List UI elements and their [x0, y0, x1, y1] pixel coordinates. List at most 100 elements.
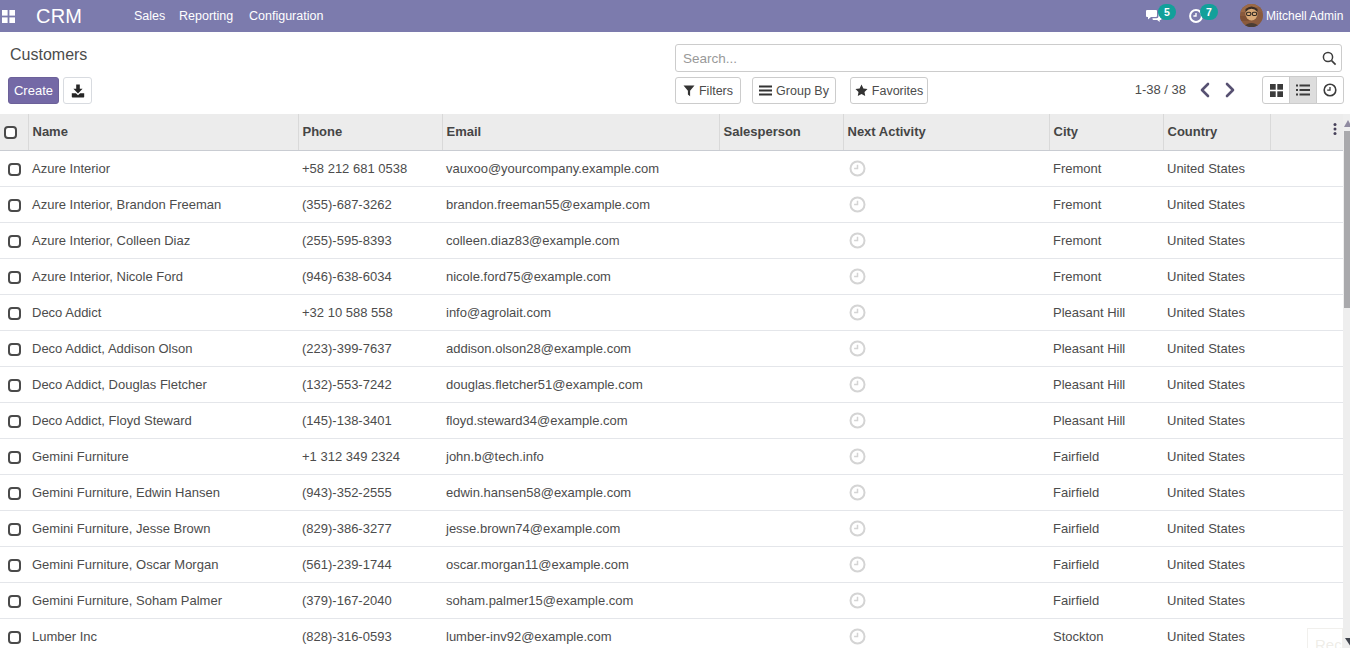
row-checkbox[interactable]: [8, 415, 21, 428]
cell-phone[interactable]: (145)-138-3401: [298, 402, 442, 438]
apps-menu-button[interactable]: [0, 0, 28, 32]
activity-view-button[interactable]: [1316, 76, 1344, 104]
cell-email[interactable]: john.b@tech.info: [442, 438, 719, 474]
cell-name[interactable]: Gemini Furniture: [28, 438, 298, 474]
cell-country[interactable]: United States: [1163, 222, 1270, 258]
cell-salesperson[interactable]: [719, 330, 843, 366]
table-row[interactable]: Lumber Inc (828)-316-0593 lumber-inv92@e…: [0, 618, 1344, 648]
cell-salesperson[interactable]: [719, 510, 843, 546]
row-checkbox[interactable]: [8, 271, 21, 284]
cell-salesperson[interactable]: [719, 618, 843, 648]
search-icon[interactable]: [1322, 51, 1337, 70]
cell-salesperson[interactable]: [719, 474, 843, 510]
cell-phone[interactable]: +58 212 681 0538: [298, 150, 442, 186]
cell-city[interactable]: Fremont: [1049, 258, 1163, 294]
cell-salesperson[interactable]: [719, 222, 843, 258]
row-checkbox[interactable]: [8, 595, 21, 608]
column-header-city[interactable]: City: [1049, 114, 1163, 150]
cell-salesperson[interactable]: [719, 294, 843, 330]
cell-city[interactable]: Fairfield: [1049, 582, 1163, 618]
cell-country[interactable]: United States: [1163, 438, 1270, 474]
table-row[interactable]: Azure Interior +58 212 681 0538 vauxoo@y…: [0, 150, 1344, 186]
column-header-phone[interactable]: Phone: [298, 114, 442, 150]
cell-country[interactable]: United States: [1163, 546, 1270, 582]
table-row[interactable]: Gemini Furniture, Edwin Hansen (943)-352…: [0, 474, 1344, 510]
row-checkbox[interactable]: [8, 199, 21, 212]
cell-next-activity[interactable]: [843, 186, 1049, 222]
cell-city[interactable]: Fairfield: [1049, 438, 1163, 474]
kanban-view-button[interactable]: [1262, 76, 1290, 104]
cell-name[interactable]: Gemini Furniture, Soham Palmer: [28, 582, 298, 618]
filters-button[interactable]: Filters: [675, 77, 741, 104]
column-header-salesperson[interactable]: Salesperson: [719, 114, 843, 150]
cell-next-activity[interactable]: [843, 582, 1049, 618]
column-header-next-activity[interactable]: Next Activity: [843, 114, 1049, 150]
row-checkbox[interactable]: [8, 307, 21, 320]
group-by-button[interactable]: Group By: [752, 77, 836, 104]
row-checkbox[interactable]: [8, 487, 21, 500]
select-all-checkbox[interactable]: [4, 126, 17, 139]
table-row[interactable]: Gemini Furniture, Jesse Brown (829)-386-…: [0, 510, 1344, 546]
cell-city[interactable]: Pleasant Hill: [1049, 294, 1163, 330]
cell-city[interactable]: Fremont: [1049, 222, 1163, 258]
cell-phone[interactable]: (829)-386-3277: [298, 510, 442, 546]
cell-phone[interactable]: (943)-352-2555: [298, 474, 442, 510]
nav-menu-configuration[interactable]: Configuration: [249, 0, 323, 32]
table-row[interactable]: Deco Addict, Addison Olson (223)-399-763…: [0, 330, 1344, 366]
cell-email[interactable]: jesse.brown74@example.com: [442, 510, 719, 546]
user-avatar[interactable]: [1240, 4, 1263, 27]
cell-city[interactable]: Pleasant Hill: [1049, 330, 1163, 366]
cell-phone[interactable]: (946)-638-6034: [298, 258, 442, 294]
cell-city[interactable]: Pleasant Hill: [1049, 402, 1163, 438]
cell-country[interactable]: United States: [1163, 294, 1270, 330]
cell-phone[interactable]: (255)-595-8393: [298, 222, 442, 258]
cell-phone[interactable]: +1 312 349 2324: [298, 438, 442, 474]
nav-menu-sales[interactable]: Sales: [134, 0, 165, 32]
cell-email[interactable]: info@agrolait.com: [442, 294, 719, 330]
cell-next-activity[interactable]: [843, 546, 1049, 582]
cell-next-activity[interactable]: [843, 510, 1049, 546]
cell-email[interactable]: colleen.diaz83@example.com: [442, 222, 719, 258]
table-row[interactable]: Deco Addict, Douglas Fletcher (132)-553-…: [0, 366, 1344, 402]
list-view-button[interactable]: [1289, 76, 1317, 104]
activities-count-badge[interactable]: 7: [1200, 4, 1218, 20]
cell-country[interactable]: United States: [1163, 618, 1270, 648]
cell-next-activity[interactable]: [843, 618, 1049, 648]
cell-salesperson[interactable]: [719, 402, 843, 438]
cell-country[interactable]: United States: [1163, 510, 1270, 546]
table-row[interactable]: Deco Addict, Floyd Steward (145)-138-340…: [0, 402, 1344, 438]
cell-phone[interactable]: (355)-687-3262: [298, 186, 442, 222]
export-button[interactable]: [63, 77, 92, 104]
cell-name[interactable]: Deco Addict: [28, 294, 298, 330]
cell-email[interactable]: soham.palmer15@example.com: [442, 582, 719, 618]
cell-phone[interactable]: (828)-316-0593: [298, 618, 442, 648]
scrollbar-up-arrow[interactable]: [1344, 120, 1350, 127]
cell-email[interactable]: edwin.hansen58@example.com: [442, 474, 719, 510]
cell-country[interactable]: United States: [1163, 366, 1270, 402]
cell-next-activity[interactable]: [843, 294, 1049, 330]
cell-country[interactable]: United States: [1163, 582, 1270, 618]
cell-city[interactable]: Fairfield: [1049, 510, 1163, 546]
nav-menu-reporting[interactable]: Reporting: [179, 0, 233, 32]
cell-name[interactable]: Azure Interior, Colleen Diaz: [28, 222, 298, 258]
cell-name[interactable]: Azure Interior, Nicole Ford: [28, 258, 298, 294]
cell-country[interactable]: United States: [1163, 474, 1270, 510]
cell-country[interactable]: United States: [1163, 330, 1270, 366]
cell-email[interactable]: lumber-inv92@example.com: [442, 618, 719, 648]
table-row[interactable]: Gemini Furniture +1 312 349 2324 john.b@…: [0, 438, 1344, 474]
cell-country[interactable]: United States: [1163, 402, 1270, 438]
cell-country[interactable]: United States: [1163, 150, 1270, 186]
cell-name[interactable]: Azure Interior: [28, 150, 298, 186]
cell-name[interactable]: Gemini Furniture, Oscar Morgan: [28, 546, 298, 582]
column-header-email[interactable]: Email: [442, 114, 719, 150]
row-checkbox[interactable]: [8, 631, 21, 644]
row-checkbox[interactable]: [8, 379, 21, 392]
cell-city[interactable]: Fremont: [1049, 150, 1163, 186]
column-header-name[interactable]: Name: [28, 114, 298, 150]
cell-next-activity[interactable]: [843, 330, 1049, 366]
cell-country[interactable]: United States: [1163, 258, 1270, 294]
cell-email[interactable]: oscar.morgan11@example.com: [442, 546, 719, 582]
cell-name[interactable]: Gemini Furniture, Edwin Hansen: [28, 474, 298, 510]
create-button[interactable]: Create: [8, 77, 59, 104]
optional-columns-toggle[interactable]: [1333, 121, 1343, 137]
